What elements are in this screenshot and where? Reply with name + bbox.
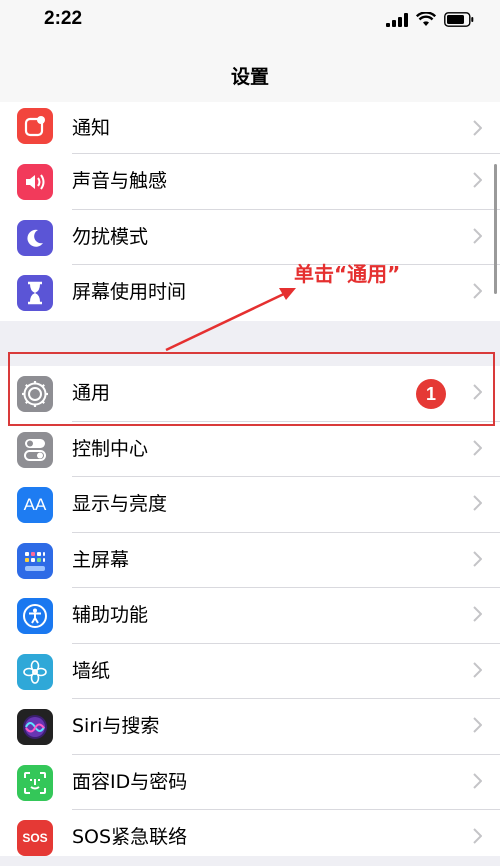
annotation-text: 单击“通用” bbox=[294, 262, 401, 286]
annotation-arrow bbox=[165, 288, 296, 352]
